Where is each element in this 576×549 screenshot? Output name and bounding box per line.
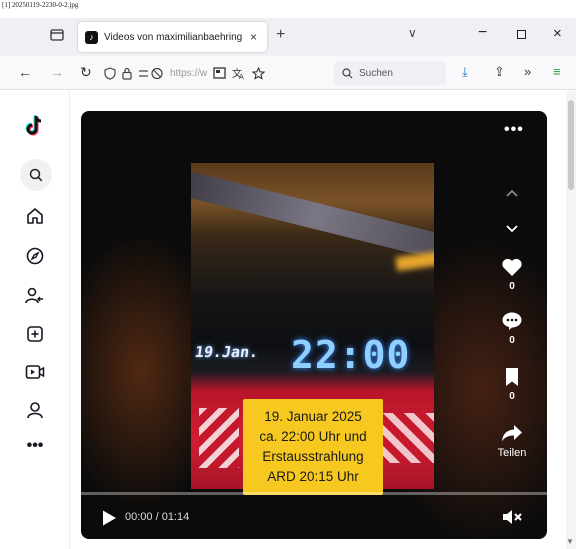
active-tab[interactable]: ♪ Videos von maximilianbaehring × — [78, 22, 267, 52]
forward-button[interactable]: → — [50, 64, 64, 80]
search-icon — [29, 168, 43, 182]
upload-icon[interactable] — [22, 321, 48, 347]
heart-icon — [502, 258, 522, 276]
share-button[interactable]: ⇪ — [494, 64, 505, 80]
lock-icon — [122, 67, 132, 80]
muted-speaker-icon — [503, 510, 522, 524]
new-tab-button[interactable]: + — [276, 26, 285, 44]
comment-button[interactable]: 0 — [491, 311, 533, 346]
mute-button[interactable] — [501, 508, 523, 531]
live-icon[interactable] — [22, 359, 48, 385]
sidebar-search-button[interactable] — [20, 159, 52, 191]
chevron-up-icon — [506, 189, 518, 197]
window-maximize-button[interactable] — [517, 30, 526, 39]
shield-icon — [104, 66, 116, 80]
translate-icon[interactable]: 文A — [232, 67, 246, 80]
tab-list-icon — [50, 29, 64, 41]
reload-button[interactable]: ↻ — [80, 64, 92, 81]
search-placeholder: Suchen — [359, 67, 393, 79]
reader-view-icon[interactable] — [213, 67, 226, 79]
share-button[interactable]: Teilen — [491, 423, 533, 459]
bookmark-star-icon[interactable] — [252, 66, 266, 80]
video-progress-bar[interactable] — [81, 492, 547, 495]
share-arrow-icon — [502, 425, 522, 442]
playback-time: 00:00 / 01:14 — [125, 511, 190, 523]
tab-close-button[interactable]: × — [250, 30, 257, 44]
comment-count: 0 — [509, 335, 515, 346]
scrollbar-thumb[interactable] — [568, 100, 574, 190]
more-dots-icon[interactable]: ••• — [22, 433, 48, 459]
tiktok-sidebar: ••• — [0, 91, 70, 549]
play-icon — [103, 510, 116, 526]
tab-list-button[interactable] — [46, 24, 68, 46]
comment-bubble-icon — [502, 312, 522, 330]
profile-icon[interactable] — [22, 397, 48, 423]
back-button[interactable]: ← — [18, 64, 32, 80]
tiktok-favicon-icon: ♪ — [85, 30, 98, 44]
search-icon — [342, 67, 353, 78]
frame-flag-left — [199, 408, 239, 468]
next-video-button[interactable] — [505, 221, 519, 239]
window-minimize-button[interactable]: − — [478, 24, 487, 42]
home-icon[interactable] — [22, 203, 48, 229]
caption-line: 19. Januar 2025 — [264, 409, 362, 424]
tiktok-logo-icon[interactable] — [22, 113, 48, 139]
permissions-icon[interactable] — [138, 67, 164, 80]
caption-line: ca. 22:00 Uhr und — [259, 429, 367, 444]
screenshot-root: [1] 20250119-2230-0-2.jpg ♪ Videos von m… — [0, 0, 576, 549]
file-label: [1] 20250119-2230-0-2.jpg — [2, 1, 79, 9]
share-label: Teilen — [497, 447, 527, 459]
save-count: 0 — [509, 391, 515, 402]
following-icon[interactable] — [22, 283, 48, 309]
save-button[interactable]: 0 — [491, 367, 533, 402]
browser-nav-bar: ← → ↻ https://w 文A Suchen ⤓ ⇪ » ≡ — [0, 56, 576, 90]
frame-beam — [191, 168, 434, 264]
url-bar[interactable]: https://w 文A — [104, 61, 330, 85]
svg-text:A: A — [239, 73, 244, 80]
tab-overflow-button[interactable]: ∨ — [408, 26, 417, 40]
video-more-button[interactable]: ••• — [504, 121, 524, 139]
app-menu-button[interactable]: ≡ — [553, 64, 561, 79]
search-box[interactable]: Suchen — [334, 61, 446, 85]
play-button[interactable] — [101, 509, 117, 532]
chevron-down-icon — [506, 225, 518, 233]
frame-clock-text: 22:00 — [291, 333, 411, 377]
like-count: 0 — [509, 281, 515, 292]
url-text: https://w — [170, 67, 208, 79]
video-caption-overlay: 19. Januar 2025 ca. 22:00 Uhr und Erstau… — [243, 399, 383, 495]
download-button[interactable]: ⤓ — [462, 64, 468, 80]
like-button[interactable]: 0 — [491, 257, 533, 292]
browser-tab-bar: ♪ Videos von maximilianbaehring × + ∨ − … — [0, 18, 576, 56]
bookmark-icon — [506, 368, 518, 386]
explore-compass-icon[interactable] — [22, 243, 48, 269]
caption-line: ARD 20:15 Uhr — [267, 469, 359, 484]
caption-line: Erstausstrahlung — [262, 449, 364, 464]
overflow-menu-button[interactable]: » — [524, 64, 531, 79]
previous-video-button[interactable] — [505, 185, 519, 203]
frame-date-text: 19.Jan. — [193, 343, 260, 361]
window-close-button[interactable]: × — [553, 25, 562, 42]
video-player[interactable]: 19.Jan. 22:00 19. Januar 2025 ca. 22:00 … — [81, 111, 547, 539]
tab-title: Videos von maximilianbaehring — [104, 31, 243, 43]
scroll-down-arrow-icon[interactable]: ▼ — [566, 537, 574, 546]
